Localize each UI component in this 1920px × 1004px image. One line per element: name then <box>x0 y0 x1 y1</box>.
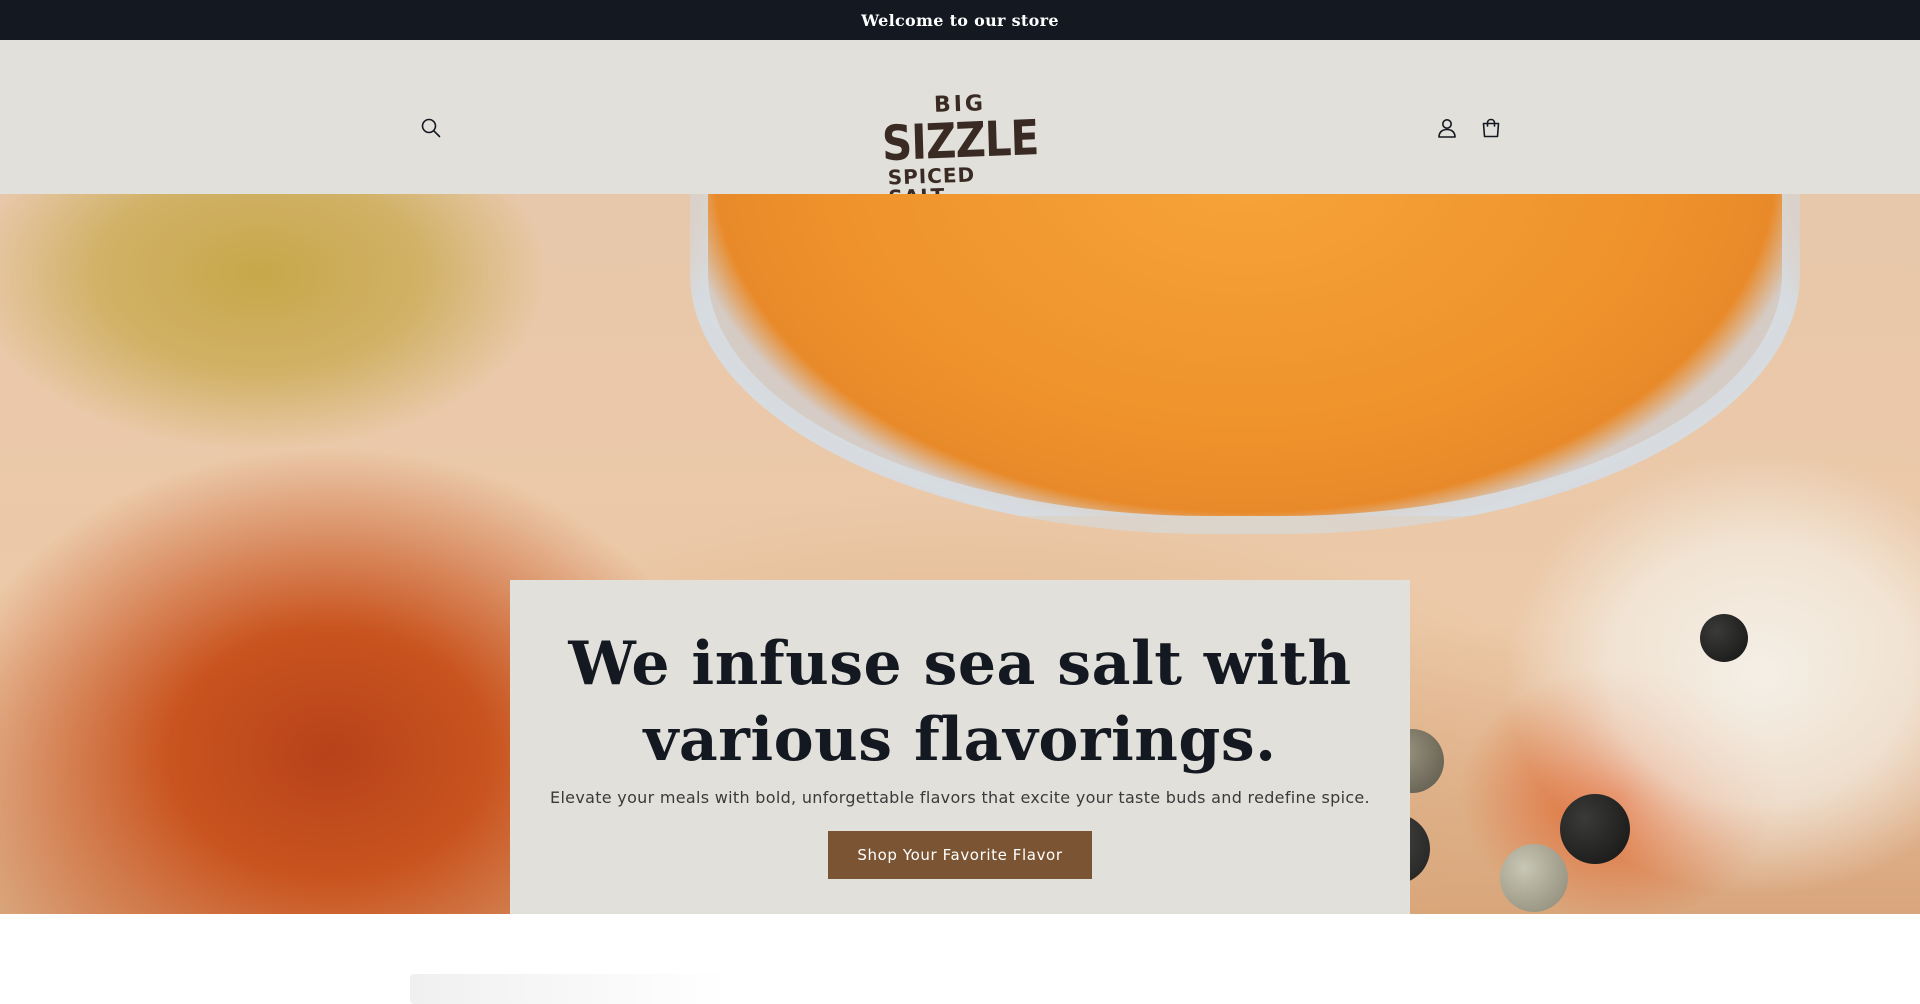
site-header: BIG SIZZLE SPICED SALT <box>0 40 1920 209</box>
peppercorn <box>1700 614 1748 662</box>
hero-banner: We infuse sea salt with various flavorin… <box>0 194 1920 914</box>
logo-line-2: SIZZLE <box>881 108 1039 172</box>
cart-icon <box>1482 118 1500 138</box>
cart-button[interactable] <box>1473 110 1509 146</box>
next-section <box>0 914 1920 1004</box>
shop-flavor-button[interactable]: Shop Your Favorite Flavor <box>828 831 1092 879</box>
user-icon <box>1438 119 1456 138</box>
peppercorn <box>1560 794 1630 864</box>
hero-subtitle: Elevate your meals with bold, unforgetta… <box>550 788 1370 807</box>
peppercorn <box>1500 844 1568 912</box>
hero-content-box: We infuse sea salt with various flavorin… <box>510 580 1410 914</box>
hero-title: We infuse sea salt with various flavorin… <box>568 629 1352 775</box>
announcement-bar: Welcome to our store <box>0 0 1920 40</box>
search-icon <box>421 118 441 138</box>
section-heading-placeholder <box>410 974 730 1004</box>
search-button[interactable] <box>413 110 449 146</box>
account-button[interactable] <box>1429 110 1465 146</box>
announcement-text: Welcome to our store <box>861 10 1059 30</box>
